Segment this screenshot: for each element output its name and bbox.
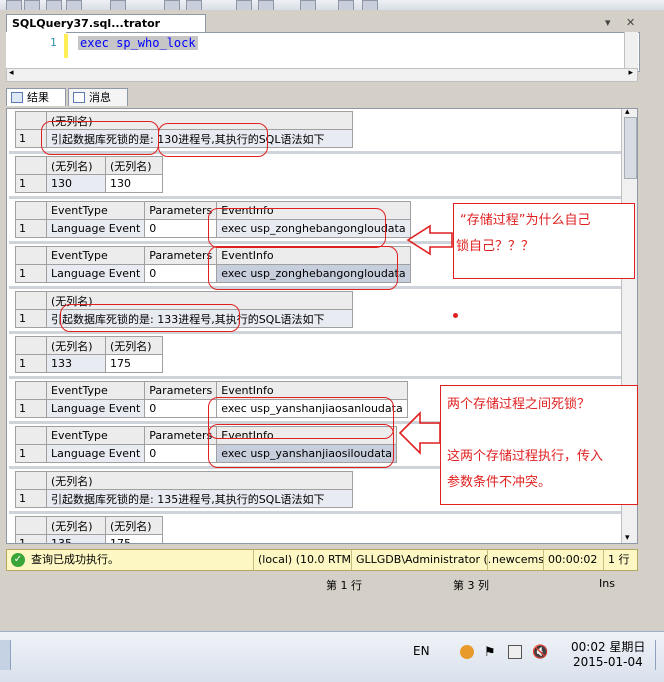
- column-indicator: 第 3 列: [453, 579, 489, 592]
- taskbar-app-button[interactable]: [0, 640, 11, 670]
- status-database: newcems: [487, 550, 544, 570]
- clock-time[interactable]: 00:02 星期日: [571, 638, 645, 655]
- language-indicator[interactable]: EN: [413, 644, 430, 658]
- line-indicator: 第 1 行: [326, 579, 362, 592]
- left-arrow-icon: [406, 224, 453, 256]
- show-desktop-button[interactable]: [655, 640, 664, 670]
- taskbar: [0, 631, 664, 682]
- annotation-text: 锁自己？？？: [456, 239, 535, 254]
- clock-date[interactable]: 2015-01-04: [573, 655, 643, 669]
- status-user: GLLGDB\Administrator (...: [351, 550, 490, 570]
- annotation-text: 参数条件不冲突。: [447, 475, 552, 490]
- speaker-muted-icon[interactable]: 🔇: [532, 645, 548, 660]
- status-elapsed: 00:00:02: [543, 550, 604, 570]
- status-server: (local) (10.0 RTM): [253, 550, 352, 570]
- annotation-note-2: 两个存储过程之间死锁？ 这两个存储过程执行，传入 参数条件不冲突。: [440, 385, 638, 505]
- insert-mode-indicator: Ins: [599, 577, 615, 590]
- annotation-note-1: “存储过程”为什么自己 锁自己？？？: [453, 203, 635, 279]
- network-icon[interactable]: [508, 645, 522, 659]
- flag-icon[interactable]: ⚑: [484, 645, 498, 660]
- status-rows: 1 行: [603, 550, 640, 570]
- annotation-text: 两个存储过程之间死锁？: [447, 397, 591, 412]
- ime-icon[interactable]: [460, 645, 474, 659]
- editor-position-bar: 第 1 行 第 3 列 Ins: [6, 572, 638, 594]
- left-arrow-icon: [398, 411, 441, 455]
- status-message: 查询已成功执行。: [31, 553, 119, 566]
- annotation-text: “存储过程”为什么自己: [460, 213, 591, 228]
- query-status-bar: ✓ 查询已成功执行。 (local) (10.0 RTM) GLLGDB\Adm…: [6, 549, 638, 571]
- success-check-icon: ✓: [11, 553, 25, 567]
- annotation-text: 这两个存储过程执行，传入: [447, 449, 604, 464]
